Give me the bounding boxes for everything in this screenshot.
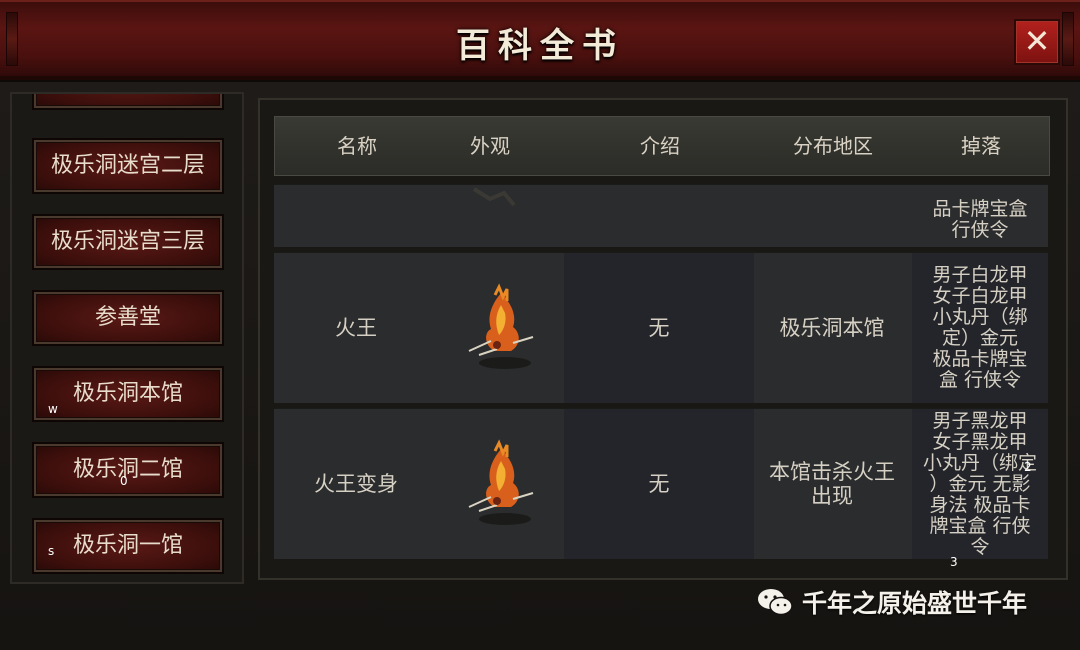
map-item-maze-3[interactable]: 极乐洞迷宫三层 bbox=[32, 214, 224, 270]
name-cell: 火王变身 bbox=[314, 472, 398, 496]
column-region: 分布地区 bbox=[793, 134, 873, 158]
map-list[interactable]: 极乐洞迷宫一层 极乐洞迷宫二层 极乐洞迷宫三层 参善堂 极乐洞本馆 极乐洞二馆 … bbox=[10, 92, 244, 584]
drops-cell: 男子白龙甲 女子白龙甲 小丸丹（绑 定）金元 极品卡牌宝 盒 行侠令 bbox=[912, 253, 1048, 403]
region-cell: 本馆击杀火王 出现 bbox=[769, 460, 895, 508]
intro-cell: 无 bbox=[564, 253, 754, 403]
table-row[interactable]: 火王变身 无 本馆击杀火王 出现 男子黑龙甲 女子黑龙甲 小丸丹（绑定 ）金元 … bbox=[274, 408, 1048, 559]
watermark-text: 千年之原始盛世千年 bbox=[802, 589, 1028, 618]
table-row[interactable]: 火王 无 极乐洞本馆 男子白龙甲 女子白龙甲 小丸丹（绑 定）金元 极品卡牌宝 … bbox=[274, 252, 1048, 403]
appearance-cell bbox=[438, 253, 564, 403]
wechat-watermark: 千年之原始盛世千年 bbox=[756, 584, 1027, 620]
region-cell: 极乐洞本馆 bbox=[779, 316, 885, 340]
table-row[interactable]: 品卡牌宝盒 行侠令 bbox=[274, 184, 1048, 247]
monster-sprite-partial bbox=[472, 187, 516, 207]
appearance-cell bbox=[438, 409, 564, 559]
column-appearance: 外观 bbox=[470, 134, 510, 158]
map-item-canshantang[interactable]: 参善堂 bbox=[32, 290, 224, 346]
map-item-hall-2[interactable]: 极乐洞二馆 bbox=[32, 442, 224, 498]
close-button[interactable]: ✕ bbox=[1014, 19, 1060, 65]
table-header: 名称 外观 介绍 分布地区 掉落 bbox=[274, 116, 1050, 176]
window-title: 百科全书 bbox=[456, 26, 624, 66]
stray-mark: w bbox=[48, 402, 58, 416]
map-item-main-hall[interactable]: 极乐洞本馆 bbox=[32, 366, 224, 422]
map-item-maze-1[interactable]: 极乐洞迷宫一层 bbox=[32, 94, 224, 110]
drops-cell: 男子黑龙甲 女子黑龙甲 小丸丹（绑定 ）金元 无影 身法 极品卡 牌宝盒 行侠 … bbox=[912, 409, 1048, 559]
drops-cell: 品卡牌宝盒 行侠令 bbox=[932, 198, 1028, 241]
stray-mark: 3 bbox=[950, 555, 958, 569]
map-item-maze-2[interactable]: 极乐洞迷宫二层 bbox=[32, 138, 224, 194]
map-item-hall-1[interactable]: 极乐洞一馆 bbox=[32, 518, 224, 574]
column-name: 名称 bbox=[337, 134, 377, 158]
intro-cell: 无 bbox=[564, 409, 754, 559]
fire-king-transform-sprite bbox=[468, 439, 534, 525]
title-bar: 百科全书 ✕ bbox=[0, 0, 1080, 83]
column-drops: 掉落 bbox=[961, 134, 1001, 158]
stray-mark: s bbox=[48, 544, 55, 558]
name-cell: 火王 bbox=[335, 316, 377, 340]
column-intro: 介绍 bbox=[640, 134, 680, 158]
wechat-icon bbox=[758, 589, 793, 616]
stray-mark: 2 bbox=[1024, 460, 1032, 474]
stray-mark: 0 bbox=[120, 474, 128, 488]
fire-king-sprite bbox=[468, 283, 534, 369]
